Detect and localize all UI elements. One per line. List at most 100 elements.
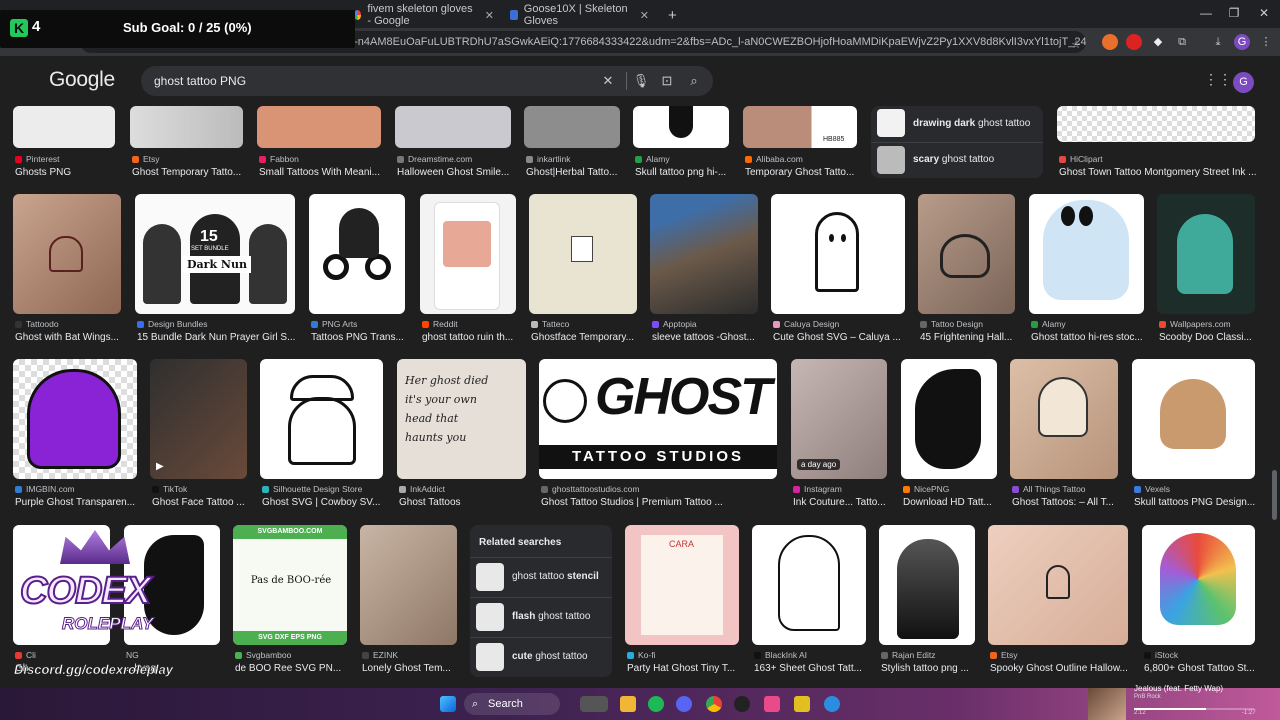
- result-title[interactable]: 45 Frightening Hall...: [920, 332, 1017, 343]
- result-image[interactable]: [130, 106, 243, 148]
- account-avatar[interactable]: G: [1233, 72, 1254, 93]
- result-image[interactable]: [879, 525, 975, 645]
- result-title[interactable]: Download HD Tatt...: [903, 497, 999, 508]
- voice-search-icon[interactable]: 🎙: [629, 66, 653, 96]
- result-image[interactable]: GHOST TATTOO STUDIOS: [539, 359, 777, 479]
- related-search-item[interactable]: flash ghost tattoo: [470, 597, 612, 635]
- result-image[interactable]: [260, 359, 383, 479]
- github-icon[interactable]: [734, 696, 750, 712]
- result-title[interactable]: 163+ Sheet Ghost Tatt...: [754, 663, 868, 674]
- result-title[interactable]: sleeve tattoos -Ghost...: [652, 332, 760, 343]
- taskbar-search-box[interactable]: ⌕ Search: [464, 693, 560, 715]
- result-title[interactable]: Ghost Face Tattoo ...: [152, 497, 249, 508]
- result-title[interactable]: Ghost Temporary Tatto...: [132, 167, 245, 178]
- result-title[interactable]: ghost tattoo ruin th...: [422, 332, 518, 343]
- result-title[interactable]: Scooby Doo Classi...: [1159, 332, 1257, 343]
- result-title[interactable]: Lonely Ghost Tem...: [362, 663, 459, 674]
- result-image[interactable]: [524, 106, 620, 148]
- result-image[interactable]: [360, 525, 457, 645]
- result-title[interactable]: Spooky Ghost Outline Hallow...: [990, 663, 1130, 674]
- tab-google-search[interactable]: fivem skeleton gloves - Google ✕: [346, 3, 502, 27]
- close-window-icon[interactable]: ✕: [1254, 4, 1274, 22]
- result-title[interactable]: Ink Couture... Tatto...: [793, 497, 889, 508]
- result-title[interactable]: Ghost with Bat Wings...: [15, 332, 123, 343]
- app-yellow-icon[interactable]: [794, 696, 810, 712]
- extensions-puzzle-icon[interactable]: ⧉: [1174, 34, 1190, 50]
- restore-icon[interactable]: ❐: [1224, 4, 1244, 22]
- new-tab-button[interactable]: +: [660, 4, 684, 26]
- chrome-icon[interactable]: [706, 696, 722, 712]
- result-title[interactable]: Ghostface Temporary...: [531, 332, 639, 343]
- result-image[interactable]: a day ago: [791, 359, 887, 479]
- related-search-item[interactable]: drawing dark ghost tattoo: [871, 106, 1043, 140]
- result-image[interactable]: Her ghost died it's your own head that h…: [397, 359, 526, 479]
- related-search-item[interactable]: ghost tattoo stencil: [470, 557, 612, 595]
- google-logo[interactable]: Google: [49, 68, 115, 92]
- result-image[interactable]: [257, 106, 381, 148]
- result-title[interactable]: Ghost tattoo hi-res stoc...: [1031, 332, 1146, 343]
- result-image[interactable]: [1029, 194, 1144, 314]
- result-title[interactable]: Ghost|Herbal Tatto...: [526, 167, 622, 178]
- task-view-icon[interactable]: [580, 696, 608, 712]
- tab-goose10x[interactable]: Goose10X | Skeleton Gloves ✕: [502, 3, 657, 27]
- result-title[interactable]: Cute Ghost SVG – Caluya ...: [773, 332, 907, 343]
- result-title[interactable]: Small Tattoos With Meani...: [259, 167, 383, 178]
- result-title[interactable]: Ghost Tattoos: [399, 497, 528, 508]
- search-icon[interactable]: ⌕: [682, 66, 706, 96]
- result-title[interactable]: 15 Bundle Dark Nun Prayer Girl S...: [137, 332, 297, 343]
- media-progress[interactable]: [1134, 708, 1254, 710]
- windows-start-icon[interactable]: [440, 696, 456, 712]
- result-image[interactable]: CARA: [625, 525, 739, 645]
- result-title[interactable]: Skull tattoo png hi-...: [635, 167, 731, 178]
- spotify-icon[interactable]: [648, 696, 664, 712]
- result-image[interactable]: [771, 194, 905, 314]
- result-image[interactable]: [988, 525, 1128, 645]
- result-title[interactable]: Skull tattoos PNG Design...: [1134, 497, 1257, 508]
- result-image[interactable]: 15 SET BUNDLE Dark Nun: [135, 194, 295, 314]
- result-image[interactable]: ▶: [150, 359, 247, 479]
- result-image[interactable]: [1132, 359, 1255, 479]
- result-title[interactable]: Temporary Ghost Tatto...: [745, 167, 859, 178]
- result-title[interactable]: Ghost Tattoo Studios | Premium Tattoo ..…: [541, 497, 779, 508]
- related-search-item[interactable]: cute ghost tattoo: [470, 637, 612, 675]
- result-image[interactable]: [752, 525, 866, 645]
- clear-search-icon[interactable]: ✕: [596, 66, 620, 96]
- related-search-item[interactable]: scary ghost tattoo: [871, 142, 1043, 176]
- result-image[interactable]: SVGBAMBOO.COM Pas de BOO-rée SVG DXF EPS…: [233, 525, 347, 645]
- result-title[interactable]: Ghosts PNG: [15, 167, 117, 178]
- file-explorer-icon[interactable]: [620, 696, 636, 712]
- result-title[interactable]: Party Hat Ghost Tiny T...: [627, 663, 741, 674]
- result-title[interactable]: Halloween Ghost Smile...: [397, 167, 513, 178]
- result-image[interactable]: [13, 359, 137, 479]
- discord-icon[interactable]: [676, 696, 692, 712]
- browser-menu-icon[interactable]: ⋮: [1258, 34, 1274, 50]
- extension-orange-icon[interactable]: [1102, 34, 1118, 50]
- star-bookmark-icon[interactable]: ☆: [1068, 37, 1084, 53]
- result-title[interactable]: Purple Ghost Transparen...: [15, 497, 139, 508]
- result-image[interactable]: [901, 359, 997, 479]
- extension-diamond-icon[interactable]: ◆: [1150, 34, 1166, 50]
- page-scrollbar[interactable]: [1272, 470, 1277, 520]
- result-image[interactable]: HB885: [743, 106, 857, 148]
- result-title[interactable]: Stylish tattoo png ...: [881, 663, 977, 674]
- result-image[interactable]: [650, 194, 758, 314]
- result-image[interactable]: [395, 106, 511, 148]
- result-image[interactable]: [13, 106, 115, 148]
- close-tab-icon[interactable]: ✕: [640, 9, 649, 22]
- image-search-icon[interactable]: ⊡: [655, 66, 679, 96]
- result-image[interactable]: [420, 194, 516, 314]
- app-pink-icon[interactable]: [764, 696, 780, 712]
- result-image[interactable]: [1157, 194, 1255, 314]
- result-image[interactable]: [633, 106, 729, 148]
- result-title[interactable]: 6,800+ Ghost Tattoo St...: [1144, 663, 1257, 674]
- result-image[interactable]: [918, 194, 1015, 314]
- result-title[interactable]: Ghost SVG | Cowboy SV...: [262, 497, 385, 508]
- result-title[interactable]: Ghost Town Tattoo Montgomery Street Ink …: [1059, 167, 1257, 178]
- apps-grid-icon[interactable]: ⋮⋮: [1204, 72, 1232, 86]
- search-input[interactable]: ghost tattoo PNG ✕ 🎙 ⊡ ⌕: [141, 66, 713, 96]
- profile-avatar-icon[interactable]: G: [1234, 34, 1250, 50]
- extension-red-icon[interactable]: [1126, 34, 1142, 50]
- minimize-icon[interactable]: —: [1196, 4, 1216, 22]
- download-icon[interactable]: ⤓: [1210, 34, 1226, 50]
- result-image[interactable]: [1057, 106, 1255, 142]
